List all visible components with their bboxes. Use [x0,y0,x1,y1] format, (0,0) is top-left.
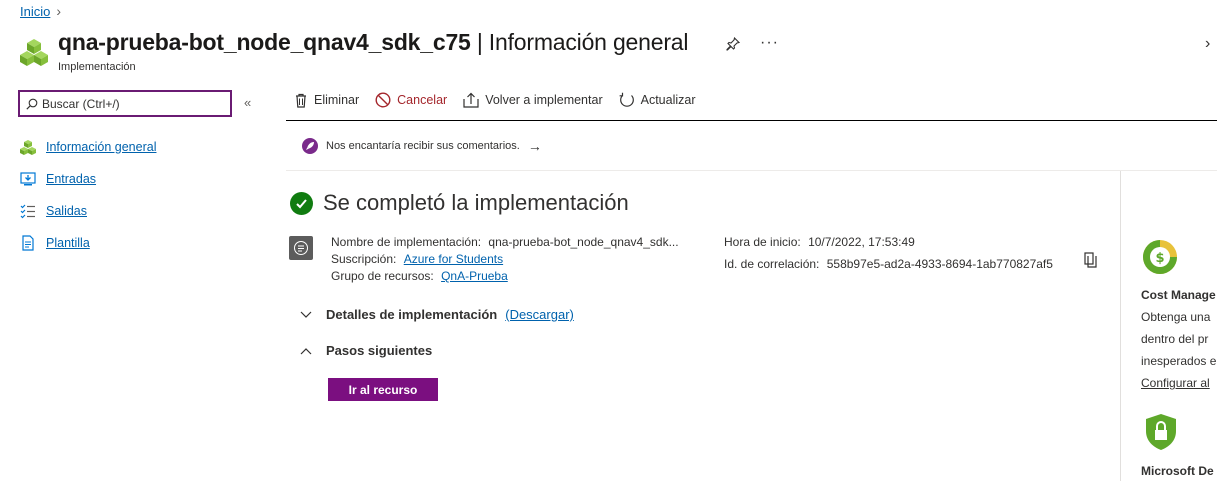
breadcrumb-home-link[interactable]: Inicio [20,4,50,19]
shield-lock-icon [1146,414,1176,450]
refresh-label: Actualizar [640,93,696,107]
resource-group-link[interactable]: QnA-Prueba [441,269,508,283]
correlation-label: Id. de correlación: [724,257,820,271]
correlation-value: 558b97e5-ad2a-4933-8694-1ab770827af5 [826,257,1053,271]
sidebar-nav: Información general Entradas Salidas Pla… [20,131,156,259]
inputs-icon [20,171,36,187]
cost-management-title: Cost Manage [1141,288,1216,302]
sidebar-item-plantilla[interactable]: Plantilla [20,227,156,259]
start-time-row: Hora de inicio: 10/7/2022, 17:53:49 [724,235,915,249]
cancel-icon [375,92,391,108]
search-placeholder: Buscar (Ctrl+/) [42,96,120,111]
chevron-right-icon[interactable]: › [1205,35,1210,53]
delete-label: Eliminar [314,93,360,107]
feedback-banner[interactable]: Nos encantaría recibir sus comentarios. … [286,121,1217,171]
breadcrumb: Inicio › [20,3,61,19]
page-title-section: Información general [488,29,689,55]
success-check-icon [290,191,313,215]
trash-icon [296,93,306,108]
start-time-label: Hora de inicio: [724,235,801,249]
cancel-button[interactable]: Cancelar [375,92,447,108]
deployment-name-value: qna-prueba-bot_node_qnav4_sdk... [488,235,679,249]
cubes-icon [20,139,36,155]
svg-text:$: $ [1155,251,1164,266]
sidebar-item-entradas[interactable]: Entradas [20,163,156,195]
resource-group-label: Grupo de recursos: [331,269,434,283]
page-subtitle: Implementación [58,61,136,73]
sidebar-item-label[interactable]: Salidas [46,204,87,218]
configure-alerts-link[interactable]: Configurar al [1141,376,1210,390]
microsoft-defender-title: Microsoft De [1141,464,1214,478]
cost-management-line-1: Obtenga una [1141,310,1211,324]
sidebar-item-salidas[interactable]: Salidas [20,195,156,227]
deployment-status: Se completó la implementación [290,190,629,216]
search-input[interactable]: Buscar (Ctrl+/) [18,90,232,117]
page-title-separator: | [470,29,489,55]
download-link[interactable]: (Descargar) [505,307,574,322]
deployment-name-row: Nombre de implementación: qna-prueba-bot… [331,235,679,249]
next-steps-label: Pasos siguientes [326,343,433,358]
delete-button[interactable]: Eliminar [294,93,359,108]
sidebar-item-label[interactable]: Información general [46,140,156,154]
redeploy-button[interactable]: Volver a implementar [463,92,603,108]
deployment-cubes-icon [20,39,48,66]
cancel-label: Cancelar [397,93,448,107]
refresh-button[interactable]: Actualizar [619,92,696,108]
sidebar-item-informacion-general[interactable]: Información general [20,131,156,163]
sidebar-item-label[interactable]: Entradas [46,172,96,186]
chevron-down-icon [300,308,314,322]
start-time-value: 10/7/2022, 17:53:49 [808,235,915,249]
page-title-resource: qna-prueba-bot_node_qnav4_sdk_c75 [58,29,471,55]
subscription-label: Suscripción: [331,252,397,266]
deployment-details-label: Detalles de implementación [326,307,498,322]
correlation-row: Id. de correlación: 558b97e5-ad2a-4933-8… [724,257,1053,271]
arrow-right-icon: → [527,137,542,154]
upload-icon [463,92,479,108]
cost-management-icon: $ [1143,240,1177,274]
command-bar: Eliminar Cancelar Volver a implementar A… [294,92,712,108]
next-steps-section[interactable]: Pasos siguientes [300,343,432,358]
right-promo-pane: $ Cost Manage Obtenga una dentro del pr … [1120,171,1217,481]
deployment-details-icon [289,236,313,260]
subscription-link[interactable]: Azure for Students [404,252,503,266]
outputs-icon [20,203,36,219]
refresh-icon [619,92,634,107]
copy-icon[interactable] [1084,252,1098,273]
template-icon [20,235,36,251]
pin-icon[interactable] [726,36,741,55]
sidebar-item-label[interactable]: Plantilla [46,236,90,250]
collapse-menu-button[interactable]: « [244,95,251,110]
go-to-resource-button[interactable]: Ir al recurso [328,378,438,401]
feedback-text: Nos encantaría recibir sus comentarios. [326,139,520,152]
more-options-button[interactable]: ··· [760,34,779,52]
redeploy-label: Volver a implementar [485,93,603,107]
rocket-icon [302,137,318,154]
chevron-up-icon [300,344,314,358]
status-text: Se completó la implementación [323,190,629,215]
deployment-name-label: Nombre de implementación: [331,235,482,249]
resource-group-row: Grupo de recursos: QnA-Prueba [331,269,508,283]
deployment-details-section[interactable]: Detalles de implementación (Descargar) [300,307,574,322]
page-title: qna-prueba-bot_node_qnav4_sdk_c75 | Info… [58,29,688,56]
search-icon [26,98,38,110]
subscription-row: Suscripción: Azure for Students [331,252,503,266]
cost-management-line-3: inesperados e [1141,354,1217,368]
cost-management-line-2: dentro del pr [1141,332,1209,346]
chevron-right-icon: › [56,3,62,19]
